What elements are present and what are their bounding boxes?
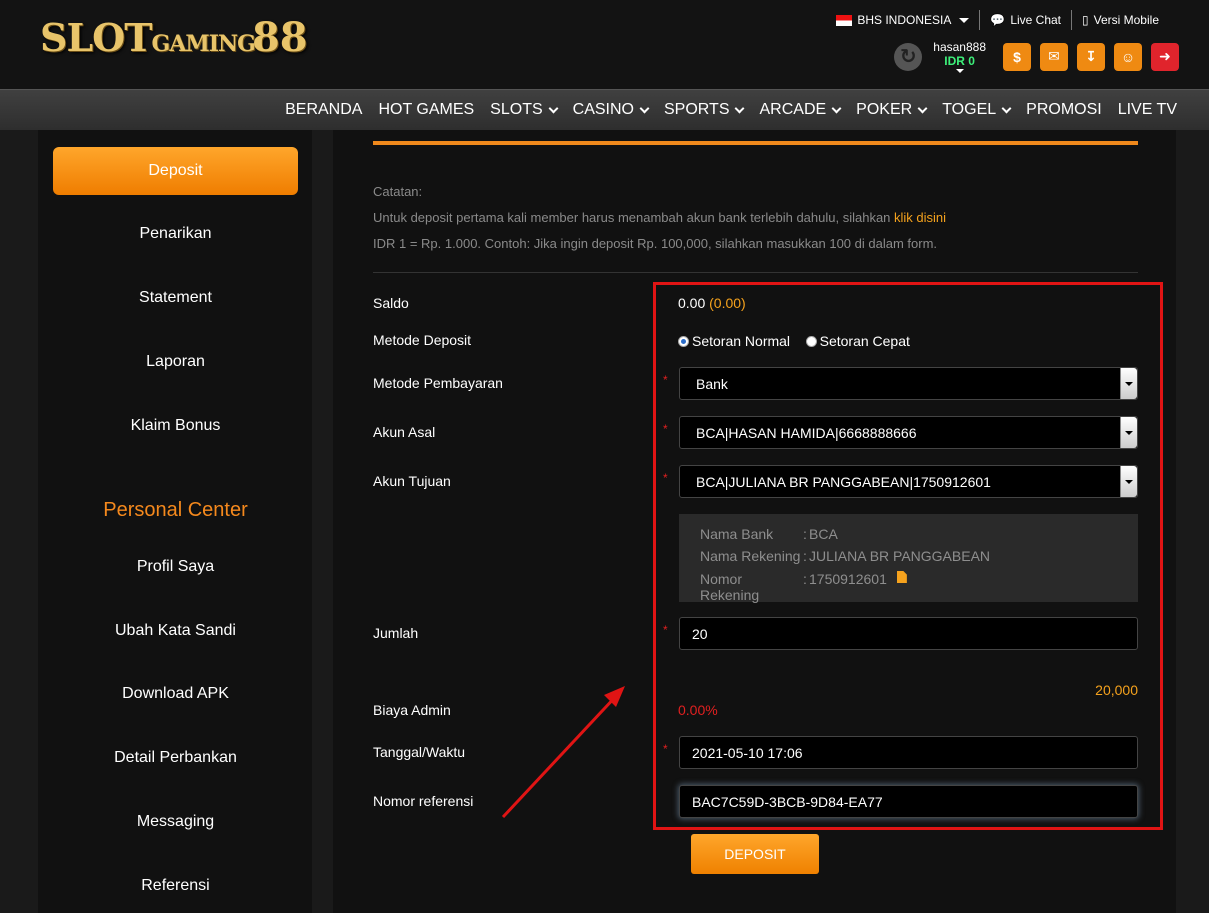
nav-label: SLOTS	[490, 101, 543, 118]
download-icon[interactable]: ↧	[1077, 42, 1105, 71]
sidebar-item-download-apk[interactable]: Download APK	[53, 670, 298, 718]
nav-label: SPORTS	[663, 101, 730, 118]
nav-casino[interactable]: CASINO	[565, 101, 656, 119]
chevron-down-icon	[1001, 103, 1012, 113]
metode-deposit-label: Metode Deposit	[373, 332, 472, 348]
add-bank-link[interactable]: klik disini	[894, 210, 946, 225]
nav-beranda[interactable]: BERANDA	[277, 101, 370, 119]
nomor-referensi-label: Nomor referensi	[373, 793, 474, 809]
caret-down-icon	[959, 17, 970, 23]
user-info[interactable]: hasan888 IDR 0	[933, 40, 986, 73]
saldo-label: Saldo	[373, 295, 409, 311]
logo-text-88: 88	[251, 14, 308, 61]
live-chat-link[interactable]: 💬 Live Chat	[980, 10, 1071, 30]
logo-text-gaming: GAMING	[151, 31, 256, 57]
sidebar-item-referensi[interactable]: Referensi	[53, 862, 298, 910]
nav-label: HOT GAMES	[378, 101, 475, 118]
sidebar-item-klaim-bonus[interactable]: Klaim Bonus	[53, 402, 298, 450]
chat-bubble-icon: 💬	[990, 13, 1006, 27]
chevron-down-icon	[639, 103, 650, 113]
biaya-admin-label: Biaya Admin	[373, 702, 451, 718]
live-chat-label: Live Chat	[1010, 13, 1062, 27]
caret-down-icon	[955, 69, 964, 73]
nav-label: BERANDA	[285, 101, 363, 118]
accent-divider	[373, 141, 1138, 145]
notes-heading: Catatan:	[373, 184, 423, 199]
notes-line-2: IDR 1 = Rp. 1.000. Contoh: Jika ingin de…	[373, 236, 938, 251]
nav-label: POKER	[856, 101, 913, 118]
jumlah-label: Jumlah	[373, 625, 419, 641]
sidebar-item-detail-perbankan[interactable]: Detail Perbankan	[53, 734, 298, 782]
sidebar-item-messaging[interactable]: Messaging	[53, 798, 298, 846]
top-links: BHS INDONESIA 💬 Live Chat ▯ Versi Mobile	[826, 10, 1169, 30]
logout-icon[interactable]: ➜	[1151, 42, 1179, 71]
logo-text-slot: SLOT	[40, 15, 153, 60]
profile-icon[interactable]: ☺	[1114, 42, 1142, 71]
account-sidebar: Deposit Penarikan Statement Laporan Klai…	[38, 130, 312, 913]
nav-label: PROMOSI	[1026, 101, 1102, 118]
nav-arcade[interactable]: ARCADE	[751, 101, 848, 119]
akun-tujuan-label: Akun Tujuan	[373, 473, 451, 489]
mobile-version-label: Versi Mobile	[1093, 13, 1159, 27]
personal-center-heading: Personal Center	[103, 499, 248, 521]
language-label: BHS INDONESIA	[857, 13, 952, 27]
indonesia-flag-icon	[836, 14, 853, 26]
nav-slots[interactable]: SLOTS	[482, 101, 564, 119]
nav-sports[interactable]: SPORTS	[656, 101, 752, 119]
chevron-down-icon	[831, 103, 842, 113]
nav-label: TOGEL	[942, 101, 997, 118]
notes-line-1-text: Untuk deposit pertama kali member harus …	[373, 210, 895, 225]
chevron-down-icon	[548, 103, 559, 113]
nav-poker[interactable]: POKER	[848, 101, 934, 119]
user-balance: IDR 0	[944, 54, 975, 68]
tanggal-label: Tanggal/Waktu	[373, 744, 466, 760]
message-icon[interactable]: ✉	[1040, 42, 1068, 71]
refresh-balance-icon[interactable]: ↻	[894, 42, 923, 71]
nav-live-tv[interactable]: LIVE TV	[1110, 101, 1185, 119]
sidebar-item-ubah-kata-sandi[interactable]: Ubah Kata Sandi	[53, 607, 298, 655]
highlight-box	[653, 282, 1163, 830]
user-toolbar: ↻ hasan888 IDR 0 $ ✉ ↧ ☺ ➜	[894, 40, 1179, 73]
sidebar-item-profil-saya[interactable]: Profil Saya	[53, 543, 298, 591]
wallet-icon[interactable]: $	[1003, 42, 1031, 71]
site-logo[interactable]: SLOT GAMING 88	[40, 14, 308, 64]
sidebar-item-statement[interactable]: Statement	[53, 274, 298, 322]
nav-label: LIVE TV	[1117, 101, 1177, 118]
sidebar-item-laporan[interactable]: Laporan	[53, 338, 298, 386]
main-navigation: BERANDA HOT GAMES SLOTS CASINO SPORTS AR…	[0, 89, 1209, 130]
sidebar-item-deposit[interactable]: Deposit	[53, 147, 298, 195]
nav-label: ARCADE	[759, 101, 827, 118]
metode-pembayaran-label: Metode Pembayaran	[373, 375, 503, 391]
divider	[373, 272, 1138, 273]
top-header: SLOT GAMING 88 BHS INDONESIA 💬 Live Chat…	[0, 0, 1209, 89]
username: hasan888	[933, 40, 986, 54]
language-selector[interactable]: BHS INDONESIA	[826, 10, 979, 30]
nav-hot-games[interactable]: HOT GAMES	[370, 101, 482, 119]
chevron-down-icon	[735, 103, 745, 113]
nav-label: CASINO	[572, 101, 634, 118]
mobile-version-link[interactable]: ▯ Versi Mobile	[1072, 10, 1169, 30]
mobile-phone-icon: ▯	[1082, 13, 1089, 27]
akun-asal-label: Akun Asal	[373, 424, 436, 440]
deposit-panel: Catatan: Untuk deposit pertama kali memb…	[333, 130, 1176, 913]
notes-line-1: Untuk deposit pertama kali member harus …	[373, 205, 946, 231]
nav-promosi[interactable]: PROMOSI	[1018, 101, 1110, 119]
nav-togel[interactable]: TOGEL	[934, 101, 1018, 119]
deposit-submit-button[interactable]: DEPOSIT	[691, 834, 819, 874]
sidebar-item-penarikan[interactable]: Penarikan	[53, 210, 298, 258]
deposit-notes: Catatan: Untuk deposit pertama kali memb…	[373, 179, 946, 257]
chevron-down-icon	[917, 103, 928, 113]
